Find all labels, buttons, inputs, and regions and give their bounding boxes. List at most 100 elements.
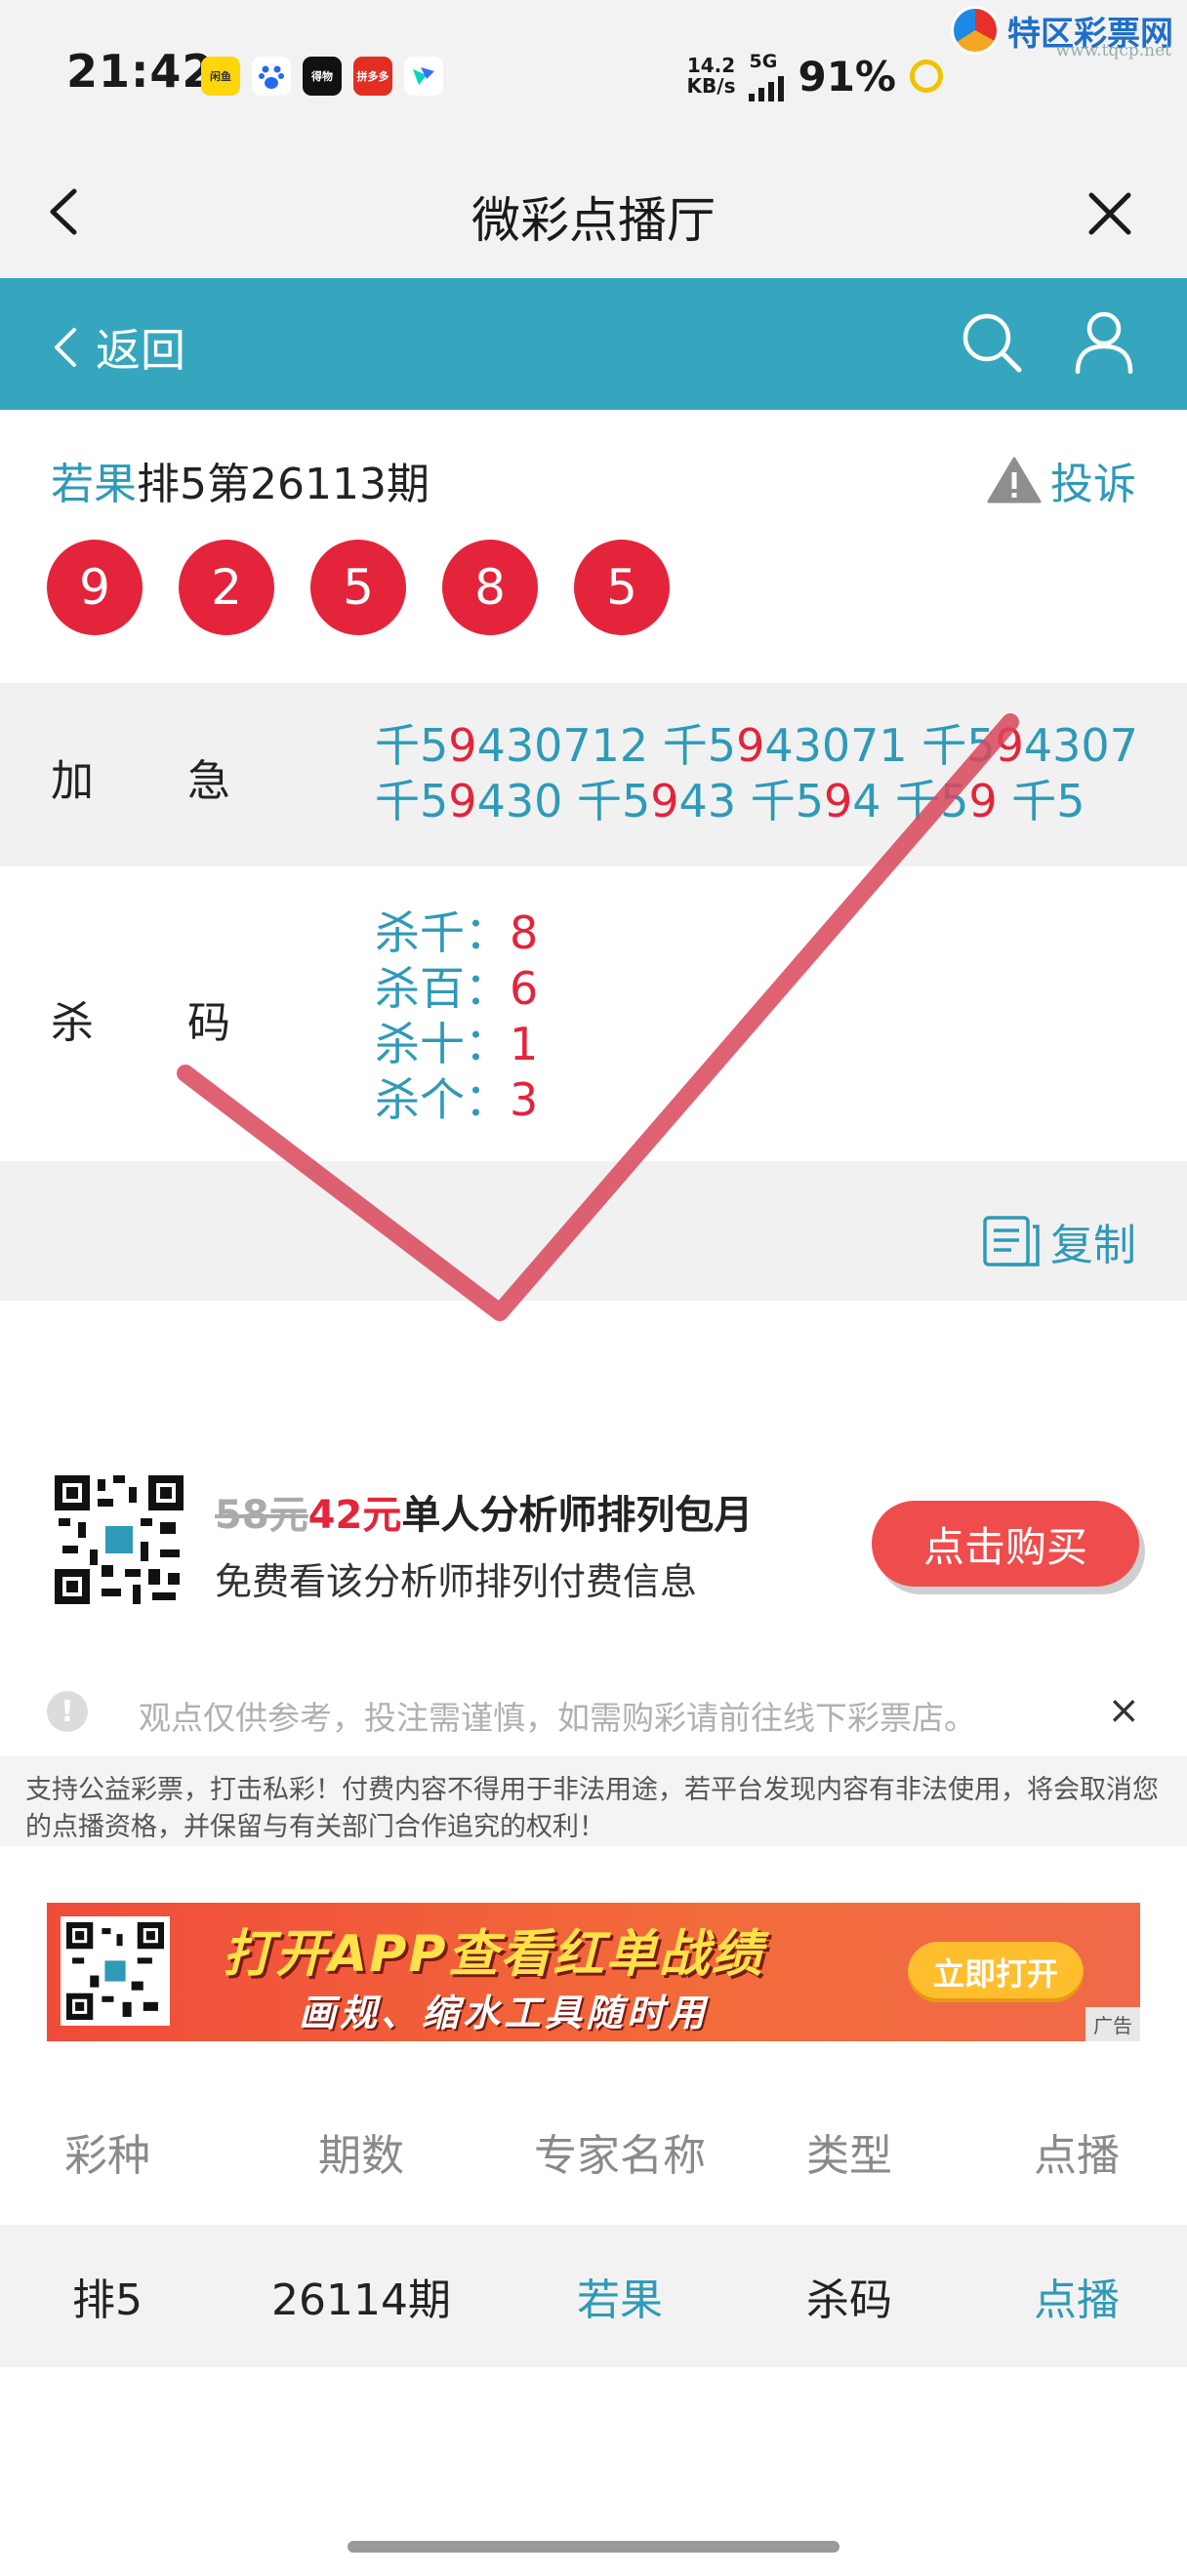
result-ball: 9 <box>47 540 143 635</box>
user-icon[interactable] <box>1074 309 1134 374</box>
urgent-segment: 43 千5 <box>678 775 824 827</box>
copy-button[interactable]: 复制 <box>982 1210 1136 1272</box>
kill-label: 杀码 <box>51 998 324 1048</box>
battery-percent: 91% <box>798 52 896 101</box>
urgent-segment: 千5 <box>375 775 449 827</box>
ad-title: 打开APP查看红单战绩 <box>223 1925 764 1984</box>
status-app-icons: 闲鱼 得物 拼多多 <box>201 57 443 96</box>
pinduoduo-app-icon: 拼多多 <box>353 57 392 96</box>
ad-banner[interactable]: 打开APP查看红单战绩 画规、缩水工具随时用 立即打开 广告 <box>47 1903 1140 2041</box>
app-icon-label: 闲鱼 <box>210 70 231 83</box>
nav-header: 微彩点播厅 <box>0 146 1187 278</box>
urgent-segment: 4307 <box>1023 719 1138 772</box>
table-row: 排5 26114期 若果 杀码 点播 <box>0 2225 1187 2367</box>
app-icon-label: 得物 <box>311 70 333 83</box>
urgent-highlight-digit: 9 <box>448 719 477 772</box>
baidu-app-icon <box>252 57 291 96</box>
result-balls: 92585 <box>47 540 670 635</box>
urgent-highlight-digit: 9 <box>823 775 853 827</box>
issue-period: 排5第26113期 <box>137 460 430 509</box>
status-right: 14.2 KB/s 5G 91% <box>687 51 943 101</box>
home-indicator[interactable] <box>348 2541 839 2553</box>
dewu-app-icon: 得物 <box>303 57 342 96</box>
urgent-highlight-digit: 9 <box>995 719 1024 772</box>
kill-item-name: 杀百： <box>375 962 510 1015</box>
toolbar: 返回 <box>0 278 1187 410</box>
urgent-segment: 4 千5 <box>852 775 969 827</box>
kill-list: 杀千：8 杀百：6 杀十：1 杀个：3 <box>375 906 538 1128</box>
header-expert: 专家名称 <box>534 2131 706 2181</box>
kill-item-value: 6 <box>510 962 539 1015</box>
watermark-url: www.tqcp.net <box>1055 41 1171 60</box>
urgent-segment: 千5 <box>375 719 449 772</box>
issue-title: 若果排5第26113期 <box>51 449 430 511</box>
table-header: 彩种 期数 专家名称 类型 点播 <box>0 2088 1187 2215</box>
copy-label: 复制 <box>1050 1221 1136 1270</box>
header-period: 期数 <box>318 2131 404 2181</box>
urgent-label: 加急 <box>51 756 324 806</box>
status-bar: 21:42 闲鱼 得物 拼多多 14.2 KB/s 5G 91% 特区彩票网 w… <box>0 0 1187 146</box>
chevron-left-icon <box>55 328 76 367</box>
ad-open-button[interactable]: 立即打开 <box>908 1942 1084 2002</box>
app-icon-label: 拼多多 <box>356 70 389 83</box>
ad-tag: 广告 <box>1085 2007 1140 2041</box>
kill-item-name: 杀千： <box>375 906 510 959</box>
promo-title: 58元42元单人分析师排列包月 <box>215 1483 753 1540</box>
network-type: 5G <box>749 51 778 72</box>
result-ball: 5 <box>574 540 670 635</box>
battery-icon <box>910 60 943 93</box>
kill-item-value: 1 <box>510 1018 539 1070</box>
signal-group: 5G <box>749 51 785 101</box>
xianyu-app-icon: 闲鱼 <box>201 57 240 96</box>
result-ball: 8 <box>442 540 538 635</box>
back-button[interactable]: 返回 <box>53 315 185 380</box>
copy-icon <box>983 1216 1040 1267</box>
ad-qr-code-icon <box>61 1916 170 2026</box>
speed-value: 14.2 <box>686 54 736 77</box>
disclaimer-text: 支持公益彩票，打击私彩！付费内容不得用于非法用途，若平台发现内容有非法使用，将会… <box>0 1756 1187 1846</box>
result-ball: 5 <box>310 540 406 635</box>
kill-row: 杀码 杀千：8 杀百：6 杀十：1 杀个：3 <box>0 866 1187 1161</box>
urgent-row: 加急 千59430712 千5943071 千594307 千59430 千594… <box>0 683 1187 866</box>
urgent-highlight-digit: 9 <box>968 775 998 827</box>
warning-icon <box>987 457 1042 503</box>
cell-lottery: 排5 <box>72 2275 143 2325</box>
urgent-segment: 千5 <box>997 775 1085 827</box>
expert-name-link[interactable]: 若果 <box>51 460 137 509</box>
search-icon[interactable] <box>961 311 1023 374</box>
old-price: 58元 <box>215 1493 308 1538</box>
promo-subtitle: 免费看该分析师排列付费信息 <box>215 1560 698 1603</box>
urgent-line: 千59430 千5943 千594 千59 千5 <box>375 774 1156 829</box>
urgent-segment: 430 千5 <box>476 775 651 827</box>
back-label: 返回 <box>96 324 185 377</box>
urgent-numbers: 千59430712 千5943071 千594307 千59430 千5943 千… <box>375 718 1156 829</box>
kill-item-value: 3 <box>510 1073 539 1126</box>
new-price: 42元 <box>307 1493 402 1538</box>
urgent-highlight-digit: 9 <box>448 775 477 827</box>
cell-expert-link[interactable]: 若果 <box>508 2265 732 2327</box>
complain-label: 投诉 <box>1050 460 1136 509</box>
kill-item-name: 杀十： <box>375 1018 510 1070</box>
urgent-segment: 43071 千5 <box>764 719 996 772</box>
qr-code-icon <box>55 1475 184 1604</box>
complain-button[interactable]: 投诉 <box>986 449 1136 511</box>
notice-bar: ! 观点仅供参考，投注需谨慎，如需购彩请前往线下彩票店。 × <box>0 1667 1187 1754</box>
cell-action-link[interactable]: 点播 <box>966 2265 1187 2327</box>
result-ball: 2 <box>179 540 274 635</box>
watermark-logo-icon <box>951 6 1000 55</box>
promo-product: 单人分析师排列包月 <box>401 1493 754 1538</box>
buy-button[interactable]: 点击购买 <box>872 1501 1139 1587</box>
kill-item: 杀个：3 <box>375 1072 538 1128</box>
network-speed: 14.2 KB/s <box>687 56 736 97</box>
close-icon[interactable] <box>1087 191 1132 236</box>
kill-item-name: 杀个： <box>375 1073 510 1126</box>
urgent-segment: 430712 千5 <box>476 719 737 772</box>
cell-type: 杀码 <box>806 2275 892 2325</box>
notice-text: 观点仅供参考，投注需谨慎，如需购彩请前往线下彩票店。 <box>139 1699 976 1737</box>
signal-icon <box>749 72 785 101</box>
copy-row: 复制 <box>0 1161 1187 1301</box>
urgent-highlight-digit: 9 <box>736 719 765 772</box>
speed-unit: KB/s <box>686 74 736 98</box>
notice-close-button[interactable]: × <box>1107 1688 1140 1733</box>
cell-period: 26114期 <box>271 2275 451 2325</box>
